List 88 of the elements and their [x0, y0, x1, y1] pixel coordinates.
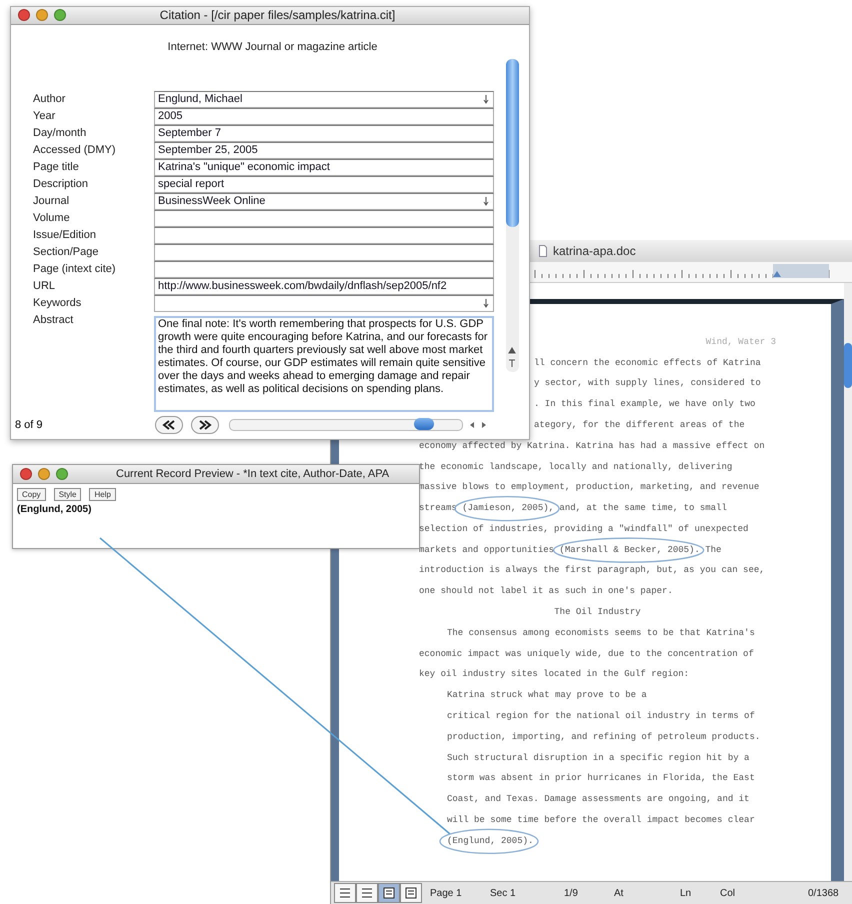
running-header: Wind, Water 3 — [706, 336, 776, 348]
status-field: 0/1368 — [808, 888, 848, 898]
document-line: y sector, with supply lines, considered to — [534, 378, 761, 390]
field-label: Volume — [33, 210, 71, 226]
fast-forward-icon — [198, 420, 212, 430]
field-label: Journal — [33, 194, 70, 209]
window-title: katrina-apa.doc — [553, 244, 636, 258]
field-label: Year — [33, 108, 56, 124]
field-label: Day/month — [33, 126, 88, 141]
previous-button[interactable] — [155, 416, 183, 434]
status-field: Ln — [680, 888, 720, 898]
input-field[interactable]: special report — [154, 176, 494, 193]
input-field[interactable] — [154, 226, 494, 244]
input-field[interactable]: Englund, Michael — [154, 90, 494, 108]
document-line: the economic landscape, locally and nationally, delivering — [419, 462, 732, 473]
document-line: markets and opportunities (Marshall & Becker, 2005). The — [419, 544, 722, 556]
minimize-button[interactable] — [38, 468, 50, 480]
input-field[interactable]: 2005 — [154, 108, 494, 125]
status-field: At — [614, 888, 680, 898]
document-line: . In this final example, we have only two — [534, 399, 756, 410]
document-line: massive blows to employment, production, marketing, and revenue — [419, 482, 760, 494]
status-field: Page 1 — [422, 888, 490, 898]
field-label: Keywords — [33, 296, 82, 311]
document-line: (Englund, 2005). — [447, 836, 534, 847]
window-title: Citation - [/cir paper files/samples/katrina.cit] — [158, 8, 396, 22]
zoom-button[interactable] — [56, 468, 68, 480]
zoom-button[interactable] — [54, 9, 66, 22]
record-type: Internet: WWW Journal or magazine article — [166, 40, 378, 55]
slider-thumb[interactable] — [414, 418, 434, 430]
record-slider[interactable] — [229, 419, 463, 432]
status-field: Col — [720, 888, 808, 898]
rewind-icon — [162, 420, 176, 430]
window-title: Current Record Preview - *In text cite, Author-Date, APA — [115, 468, 390, 480]
scrollbar[interactable] — [844, 283, 852, 881]
field-label: Section/Page — [33, 244, 100, 260]
document-line: ategory, for the different areas of the — [534, 420, 745, 432]
input-field[interactable] — [154, 244, 494, 261]
document-line: introduction is always the first paragraph, but, as you can see, — [419, 565, 765, 576]
field-label: Accessed (DMY) — [33, 142, 117, 158]
status-field: 1/9 — [564, 888, 614, 898]
document-line: Such structural disruption in a specific region hit by a — [447, 752, 750, 764]
document-line: selection of industries, providing a "windfall" of unexpected — [419, 524, 748, 535]
document-line: key oil industry sites located in the Gulf region: — [419, 669, 690, 680]
status-field: Sec 1 — [490, 888, 564, 898]
document-icon — [539, 245, 547, 257]
close-button[interactable] — [20, 468, 32, 480]
down-arrow-icon[interactable] — [482, 94, 490, 104]
document-line: Coast, and Texas. Damage assessments are ongoing, and it — [447, 794, 750, 806]
document-line: critical region for the national oil industry in terms of — [447, 710, 755, 722]
field-label: URL — [33, 278, 56, 294]
citation-preview: (Englund, 2005) — [16, 503, 92, 515]
close-button[interactable] — [18, 9, 30, 22]
toolbar-button[interactable]: Copy — [17, 488, 46, 501]
input-field[interactable] — [154, 210, 494, 227]
document-line: economic impact was uniquely wide, due to the concentration of — [419, 648, 754, 660]
minimize-button[interactable] — [36, 9, 48, 22]
down-arrow-icon[interactable] — [482, 196, 490, 206]
input-field[interactable] — [154, 260, 494, 278]
toolbar-button[interactable]: Style — [54, 488, 82, 501]
document-line: economy affected by Katrina. Katrina has had a massive effect on — [419, 440, 765, 452]
scroll-thumb[interactable] — [506, 58, 519, 227]
down-arrow-icon[interactable] — [482, 298, 490, 308]
abstract-field[interactable]: One final note: It's worth remembering that prospects for U.S. GDP growth were quite encouraging before Katrina, and our forecasts for the third and fourth quarters previously sat well above most market estimates. Of course, our GDP estimates will remain quite sensitive over the days and weeks ahead to emerging damage and repair estimates, as well as political decisions on spending plans. — [154, 316, 494, 412]
toolbar-button[interactable]: Help — [89, 488, 116, 501]
scrollbar[interactable] — [506, 58, 519, 372]
document-line: production, importing, and refining of petroleum products. — [447, 732, 760, 743]
section-heading: The Oil Industry — [554, 607, 641, 618]
input-field[interactable] — [154, 294, 494, 312]
document-line: one should not label it as such in one's paper. — [419, 586, 673, 598]
document-line: The consensus among economists seems to be that Katrina's — [447, 628, 755, 639]
input-field[interactable]: September 25, 2005 — [154, 142, 494, 159]
scroll-thumb[interactable] — [844, 343, 852, 388]
field-label: Description — [33, 176, 90, 192]
document-line: Katrina struck what may prove to be a — [447, 690, 647, 702]
input-field[interactable]: BusinessWeek Online — [154, 192, 494, 210]
next-button[interactable] — [191, 416, 219, 434]
field-label: Abstract — [33, 312, 74, 328]
document-line: will be some time before the overall impact becomes clear — [447, 814, 755, 826]
field-label: Page title — [33, 160, 80, 175]
input-field[interactable]: http://www.businessweek.com/bwdaily/dnflash/sep2005/nf2 — [154, 278, 494, 295]
document-line: ll concern the economic effects of Katrina — [534, 358, 761, 369]
record-counter: 8 of 9 — [14, 419, 44, 432]
input-field[interactable]: September 7 — [154, 124, 494, 142]
field-label: Page (intext cite) — [33, 262, 117, 277]
input-field[interactable]: Katrina's "unique" economic impact — [154, 158, 494, 176]
field-label: Author — [33, 92, 66, 107]
document-line: storm was absent in prior hurricanes in Florida, the East — [447, 773, 755, 784]
field-label: Issue/Edition — [33, 228, 97, 243]
